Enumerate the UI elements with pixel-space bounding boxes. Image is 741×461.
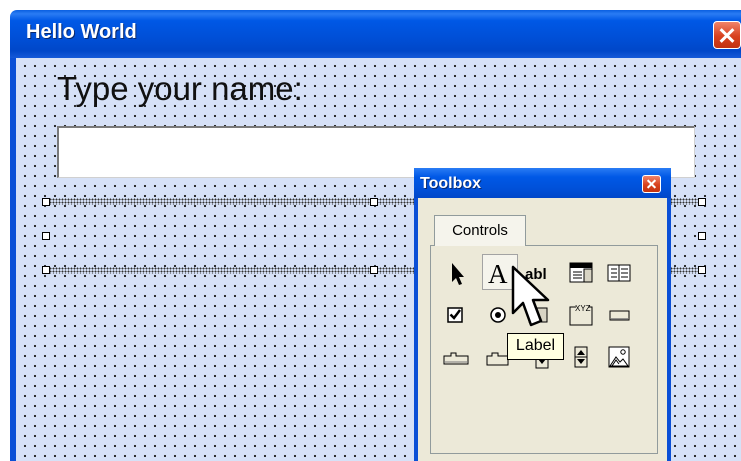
svg-text:A: A xyxy=(488,259,508,289)
command-button-tool[interactable] xyxy=(604,300,634,330)
resize-handle-right[interactable] xyxy=(698,232,706,240)
resize-handle-bottom-right[interactable] xyxy=(698,266,706,274)
resize-handle-left[interactable] xyxy=(42,232,50,240)
select-objects-tool[interactable] xyxy=(441,258,471,288)
listbox-tool[interactable] xyxy=(604,258,634,288)
listbox-icon xyxy=(607,264,631,282)
toolbox-title: Toolbox xyxy=(420,175,482,192)
toolbox-close-button[interactable] xyxy=(642,175,661,193)
spinbutton-tool[interactable] xyxy=(566,342,596,372)
resize-handle-bottom-left[interactable] xyxy=(42,266,50,274)
image-tool[interactable] xyxy=(604,342,634,372)
prompt-label[interactable]: Type your name: xyxy=(57,70,303,108)
mouse-pointer-icon xyxy=(511,265,550,327)
image-icon xyxy=(608,346,630,368)
select-objects-icon xyxy=(452,263,464,285)
checkbox-icon xyxy=(447,307,463,323)
tooltip: Label xyxy=(507,333,564,360)
form-title-bar[interactable]: Hello World xyxy=(10,10,741,58)
form-title: Hello World xyxy=(26,21,137,43)
tabstrip-tool[interactable] xyxy=(441,342,471,372)
checkbox-tool[interactable] xyxy=(441,300,471,330)
spinbutton-icon xyxy=(574,346,588,368)
tabstrip-icon xyxy=(443,352,469,365)
form-close-button[interactable] xyxy=(713,21,741,49)
tooltip-text: Label xyxy=(515,337,556,354)
frame-icon: XYZ xyxy=(569,304,593,326)
svg-text:XYZ: XYZ xyxy=(575,304,591,313)
frame-tool[interactable]: XYZ xyxy=(566,300,596,330)
resize-handle-top-left[interactable] xyxy=(42,198,50,206)
resize-handle-bottom[interactable] xyxy=(370,266,378,274)
toolbox-title-bar[interactable]: Toolbox xyxy=(414,168,671,198)
command-button-icon xyxy=(609,310,630,321)
combobox-tool[interactable] xyxy=(566,258,596,288)
tab-controls[interactable]: Controls xyxy=(434,215,526,246)
resize-handle-top[interactable] xyxy=(370,198,378,206)
tab-controls-label: Controls xyxy=(452,222,508,239)
combobox-icon xyxy=(569,262,593,283)
resize-handle-top-right[interactable] xyxy=(698,198,706,206)
